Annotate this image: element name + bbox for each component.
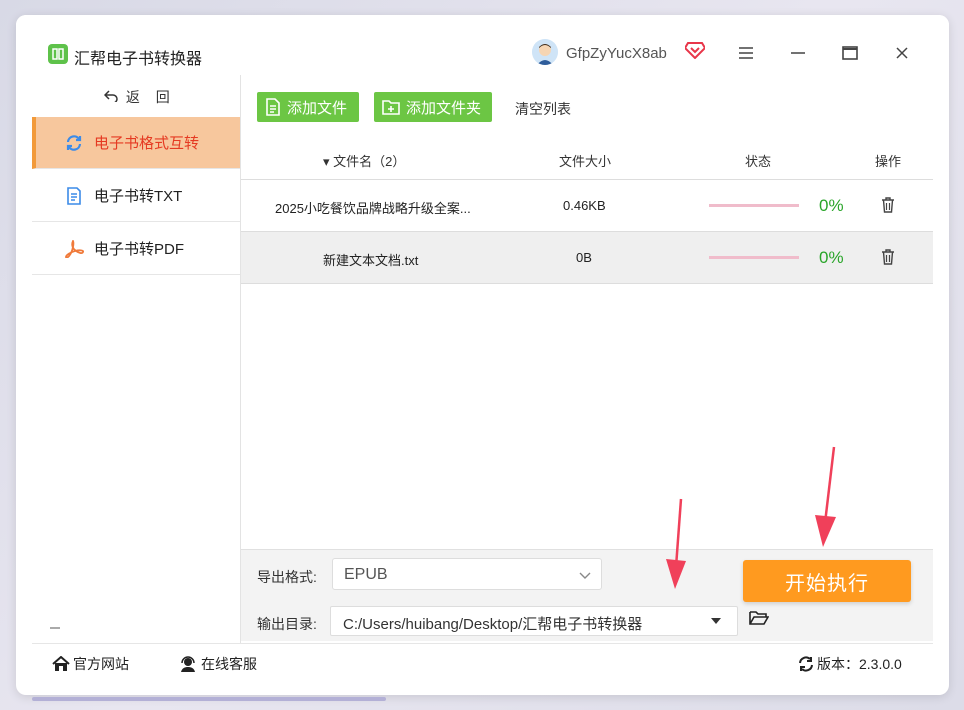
refresh-icon bbox=[64, 133, 84, 153]
official-website-label: 官方网站 bbox=[73, 656, 129, 672]
headset-icon bbox=[178, 656, 198, 672]
table-row[interactable]: 新建文本文档.txt 0B 0% bbox=[241, 232, 933, 284]
version-label: 版本：2.3.0.0 bbox=[817, 656, 902, 672]
sort-down-icon: ▾ bbox=[323, 154, 330, 169]
sidebar: 返 回 电子书格式互转 电子书转TXT 电子书转PDF bbox=[32, 75, 241, 643]
username[interactable]: GfpZyYucX8ab bbox=[566, 45, 667, 62]
official-website-link[interactable]: 官方网站 bbox=[52, 654, 129, 674]
document-icon bbox=[64, 186, 84, 206]
vip-diamond-icon[interactable] bbox=[683, 41, 707, 62]
output-dir-label: 输出目录: bbox=[257, 616, 317, 632]
trash-icon[interactable] bbox=[881, 197, 895, 216]
online-service-label: 在线客服 bbox=[201, 656, 257, 672]
header-size: 文件大小 bbox=[559, 154, 612, 169]
app-title: 汇帮电子书转换器 bbox=[74, 51, 203, 68]
close-icon[interactable] bbox=[890, 41, 914, 65]
chevron-down-icon bbox=[579, 567, 591, 585]
format-value: EPUB bbox=[344, 566, 388, 583]
output-dir-value: C:/Users/huibang/Desktop/汇帮电子书转换器 bbox=[343, 616, 643, 633]
output-dir-select[interactable]: C:/Users/huibang/Desktop/汇帮电子书转换器 bbox=[330, 606, 738, 636]
minimize-icon[interactable] bbox=[786, 41, 810, 65]
sidebar-item-label: 电子书格式互转 bbox=[94, 135, 200, 152]
sidebar-item-label: 电子书转PDF bbox=[94, 241, 185, 258]
output-settings-panel: 导出格式: EPUB 输出目录: C:/Users/huibang/Deskto… bbox=[241, 549, 933, 641]
dropdown-triangle-icon bbox=[711, 618, 721, 624]
back-arrow-icon bbox=[103, 89, 122, 105]
add-file-button[interactable]: 添加文件 bbox=[257, 92, 359, 122]
add-folder-label: 添加文件夹 bbox=[406, 99, 482, 117]
home-icon bbox=[52, 656, 70, 672]
sidebar-item-to-pdf[interactable]: 电子书转PDF bbox=[32, 223, 240, 275]
app-logo-icon bbox=[48, 44, 68, 64]
progress-percent: 0% bbox=[819, 196, 844, 215]
format-select[interactable]: EPUB bbox=[332, 558, 602, 590]
title-bar: 汇帮电子书转换器 GfpZyYucX8ab bbox=[16, 15, 949, 75]
open-folder-icon[interactable] bbox=[749, 610, 770, 629]
header-operation: 操作 bbox=[875, 154, 902, 169]
sidebar-scroll-indicator[interactable] bbox=[50, 627, 60, 629]
annotation-arrow-icon bbox=[815, 446, 836, 547]
footer-bar: 官方网站 在线客服 版本：2.3.0.0 bbox=[32, 643, 933, 679]
progress-bar bbox=[709, 256, 799, 259]
sidebar-item-label: 电子书转TXT bbox=[94, 188, 183, 205]
online-service-link[interactable]: 在线客服 bbox=[178, 654, 257, 674]
header-name[interactable]: ▾ 文件名（2） bbox=[323, 151, 405, 170]
progress-bar bbox=[709, 204, 799, 207]
pdf-icon bbox=[64, 239, 84, 259]
sidebar-item-to-txt[interactable]: 电子书转TXT bbox=[32, 170, 240, 222]
avatar[interactable] bbox=[532, 39, 558, 65]
table-header: ▾ 文件名（2） 文件大小 状态 操作 bbox=[241, 147, 933, 180]
menu-icon[interactable] bbox=[734, 41, 758, 65]
app-window: 汇帮电子书转换器 GfpZyYucX8ab 返 回 电子书格式互转 电子书转TX… bbox=[16, 15, 949, 695]
update-refresh-icon bbox=[798, 656, 814, 672]
add-folder-button[interactable]: 添加文件夹 bbox=[374, 92, 492, 122]
progress-percent: 0% bbox=[819, 248, 844, 267]
add-folder-icon bbox=[382, 99, 400, 115]
start-button[interactable]: 开始执行 bbox=[743, 560, 911, 602]
file-name: 2025小吃餐饮品牌战略升级全案... bbox=[275, 201, 471, 216]
annotation-arrow-icon bbox=[666, 498, 686, 589]
table-row[interactable]: 2025小吃餐饮品牌战略升级全案... 0.46KB 0% bbox=[241, 180, 933, 232]
file-size: 0B bbox=[576, 250, 592, 265]
back-button[interactable]: 返 回 bbox=[103, 87, 176, 107]
horizontal-scrollbar[interactable] bbox=[32, 697, 386, 701]
back-label: 返 回 bbox=[125, 89, 176, 105]
header-name-label: 文件名（2） bbox=[333, 154, 406, 169]
clear-list-button[interactable]: 清空列表 bbox=[515, 99, 571, 119]
sidebar-item-format-convert[interactable]: 电子书格式互转 bbox=[32, 117, 240, 169]
add-file-label: 添加文件 bbox=[287, 99, 348, 117]
file-name: 新建文本文档.txt bbox=[323, 253, 419, 268]
file-size: 0.46KB bbox=[563, 198, 606, 213]
maximize-icon[interactable] bbox=[838, 41, 862, 65]
trash-icon[interactable] bbox=[881, 249, 895, 268]
add-file-icon bbox=[265, 98, 281, 116]
format-label: 导出格式: bbox=[257, 569, 317, 585]
header-status: 状态 bbox=[745, 154, 772, 169]
version-info[interactable]: 版本：2.3.0.0 bbox=[798, 654, 902, 674]
